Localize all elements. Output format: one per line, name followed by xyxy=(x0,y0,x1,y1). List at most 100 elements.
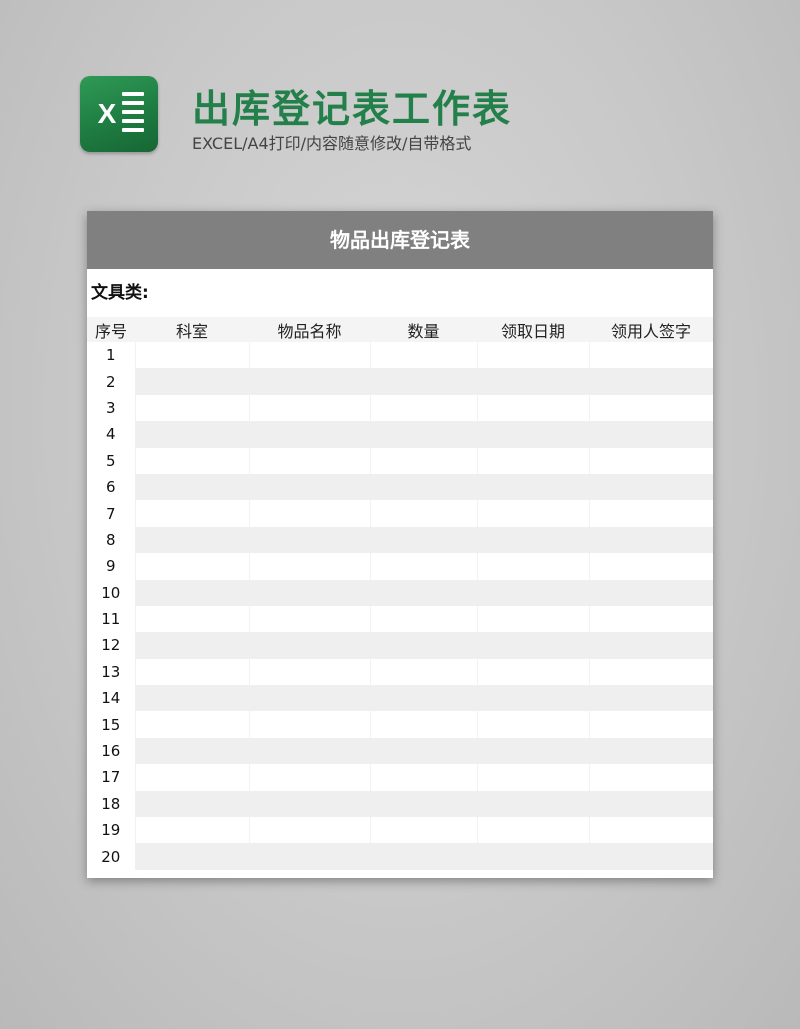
index-cell[interactable]: 6 xyxy=(87,473,136,501)
item-name-cell[interactable] xyxy=(249,685,371,712)
date-cell[interactable] xyxy=(477,500,590,527)
quantity-cell[interactable] xyxy=(370,685,478,712)
quantity-cell[interactable] xyxy=(370,790,478,818)
department-cell[interactable] xyxy=(135,447,250,474)
item-name-cell[interactable] xyxy=(249,394,371,422)
index-cell[interactable]: 8 xyxy=(87,526,136,554)
department-cell[interactable] xyxy=(135,473,250,501)
department-cell[interactable] xyxy=(135,711,250,738)
department-cell[interactable] xyxy=(135,553,250,580)
date-cell[interactable] xyxy=(477,685,590,712)
item-name-cell[interactable] xyxy=(249,843,371,870)
date-cell[interactable] xyxy=(477,658,590,686)
date-cell[interactable] xyxy=(477,843,590,870)
index-cell[interactable]: 20 xyxy=(87,843,136,870)
quantity-cell[interactable] xyxy=(370,817,478,844)
date-cell[interactable] xyxy=(477,737,590,765)
quantity-cell[interactable] xyxy=(370,473,478,501)
department-cell[interactable] xyxy=(135,658,250,686)
date-cell[interactable] xyxy=(477,817,590,844)
signature-cell[interactable] xyxy=(589,447,713,474)
department-cell[interactable] xyxy=(135,632,250,659)
department-cell[interactable] xyxy=(135,526,250,554)
item-name-cell[interactable] xyxy=(249,342,371,369)
quantity-cell[interactable] xyxy=(370,421,478,448)
date-cell[interactable] xyxy=(477,579,590,606)
item-name-cell[interactable] xyxy=(249,447,371,474)
department-cell[interactable] xyxy=(135,764,250,791)
index-cell[interactable]: 12 xyxy=(87,632,136,659)
index-cell[interactable]: 15 xyxy=(87,711,136,738)
item-name-cell[interactable] xyxy=(249,526,371,554)
date-cell[interactable] xyxy=(477,764,590,791)
item-name-cell[interactable] xyxy=(249,473,371,501)
index-cell[interactable]: 18 xyxy=(87,790,136,818)
quantity-cell[interactable] xyxy=(370,658,478,686)
signature-cell[interactable] xyxy=(589,685,713,712)
date-cell[interactable] xyxy=(477,421,590,448)
signature-cell[interactable] xyxy=(589,500,713,527)
department-cell[interactable] xyxy=(135,737,250,765)
item-name-cell[interactable] xyxy=(249,605,371,633)
quantity-cell[interactable] xyxy=(370,526,478,554)
item-name-cell[interactable] xyxy=(249,500,371,527)
index-cell[interactable]: 17 xyxy=(87,764,136,791)
index-cell[interactable]: 2 xyxy=(87,368,136,395)
date-cell[interactable] xyxy=(477,526,590,554)
signature-cell[interactable] xyxy=(589,473,713,501)
signature-cell[interactable] xyxy=(589,632,713,659)
signature-cell[interactable] xyxy=(589,342,713,369)
index-cell[interactable]: 19 xyxy=(87,817,136,844)
index-cell[interactable]: 9 xyxy=(87,553,136,580)
item-name-cell[interactable] xyxy=(249,764,371,791)
department-cell[interactable] xyxy=(135,500,250,527)
signature-cell[interactable] xyxy=(589,579,713,606)
signature-cell[interactable] xyxy=(589,368,713,395)
signature-cell[interactable] xyxy=(589,790,713,818)
signature-cell[interactable] xyxy=(589,394,713,422)
signature-cell[interactable] xyxy=(589,711,713,738)
quantity-cell[interactable] xyxy=(370,737,478,765)
item-name-cell[interactable] xyxy=(249,817,371,844)
quantity-cell[interactable] xyxy=(370,632,478,659)
quantity-cell[interactable] xyxy=(370,394,478,422)
quantity-cell[interactable] xyxy=(370,500,478,527)
signature-cell[interactable] xyxy=(589,553,713,580)
index-cell[interactable]: 1 xyxy=(87,342,136,369)
date-cell[interactable] xyxy=(477,553,590,580)
department-cell[interactable] xyxy=(135,790,250,818)
date-cell[interactable] xyxy=(477,342,590,369)
signature-cell[interactable] xyxy=(589,737,713,765)
department-cell[interactable] xyxy=(135,685,250,712)
date-cell[interactable] xyxy=(477,790,590,818)
index-cell[interactable]: 4 xyxy=(87,421,136,448)
date-cell[interactable] xyxy=(477,368,590,395)
item-name-cell[interactable] xyxy=(249,553,371,580)
date-cell[interactable] xyxy=(477,394,590,422)
quantity-cell[interactable] xyxy=(370,605,478,633)
department-cell[interactable] xyxy=(135,421,250,448)
item-name-cell[interactable] xyxy=(249,790,371,818)
department-cell[interactable] xyxy=(135,579,250,606)
index-cell[interactable]: 5 xyxy=(87,447,136,474)
department-cell[interactable] xyxy=(135,394,250,422)
signature-cell[interactable] xyxy=(589,421,713,448)
signature-cell[interactable] xyxy=(589,817,713,844)
date-cell[interactable] xyxy=(477,473,590,501)
index-cell[interactable]: 11 xyxy=(87,605,136,633)
signature-cell[interactable] xyxy=(589,605,713,633)
item-name-cell[interactable] xyxy=(249,579,371,606)
signature-cell[interactable] xyxy=(589,526,713,554)
department-cell[interactable] xyxy=(135,342,250,369)
item-name-cell[interactable] xyxy=(249,711,371,738)
index-cell[interactable]: 7 xyxy=(87,500,136,527)
signature-cell[interactable] xyxy=(589,658,713,686)
quantity-cell[interactable] xyxy=(370,579,478,606)
quantity-cell[interactable] xyxy=(370,553,478,580)
quantity-cell[interactable] xyxy=(370,342,478,369)
department-cell[interactable] xyxy=(135,368,250,395)
department-cell[interactable] xyxy=(135,605,250,633)
item-name-cell[interactable] xyxy=(249,737,371,765)
index-cell[interactable]: 14 xyxy=(87,685,136,712)
item-name-cell[interactable] xyxy=(249,421,371,448)
